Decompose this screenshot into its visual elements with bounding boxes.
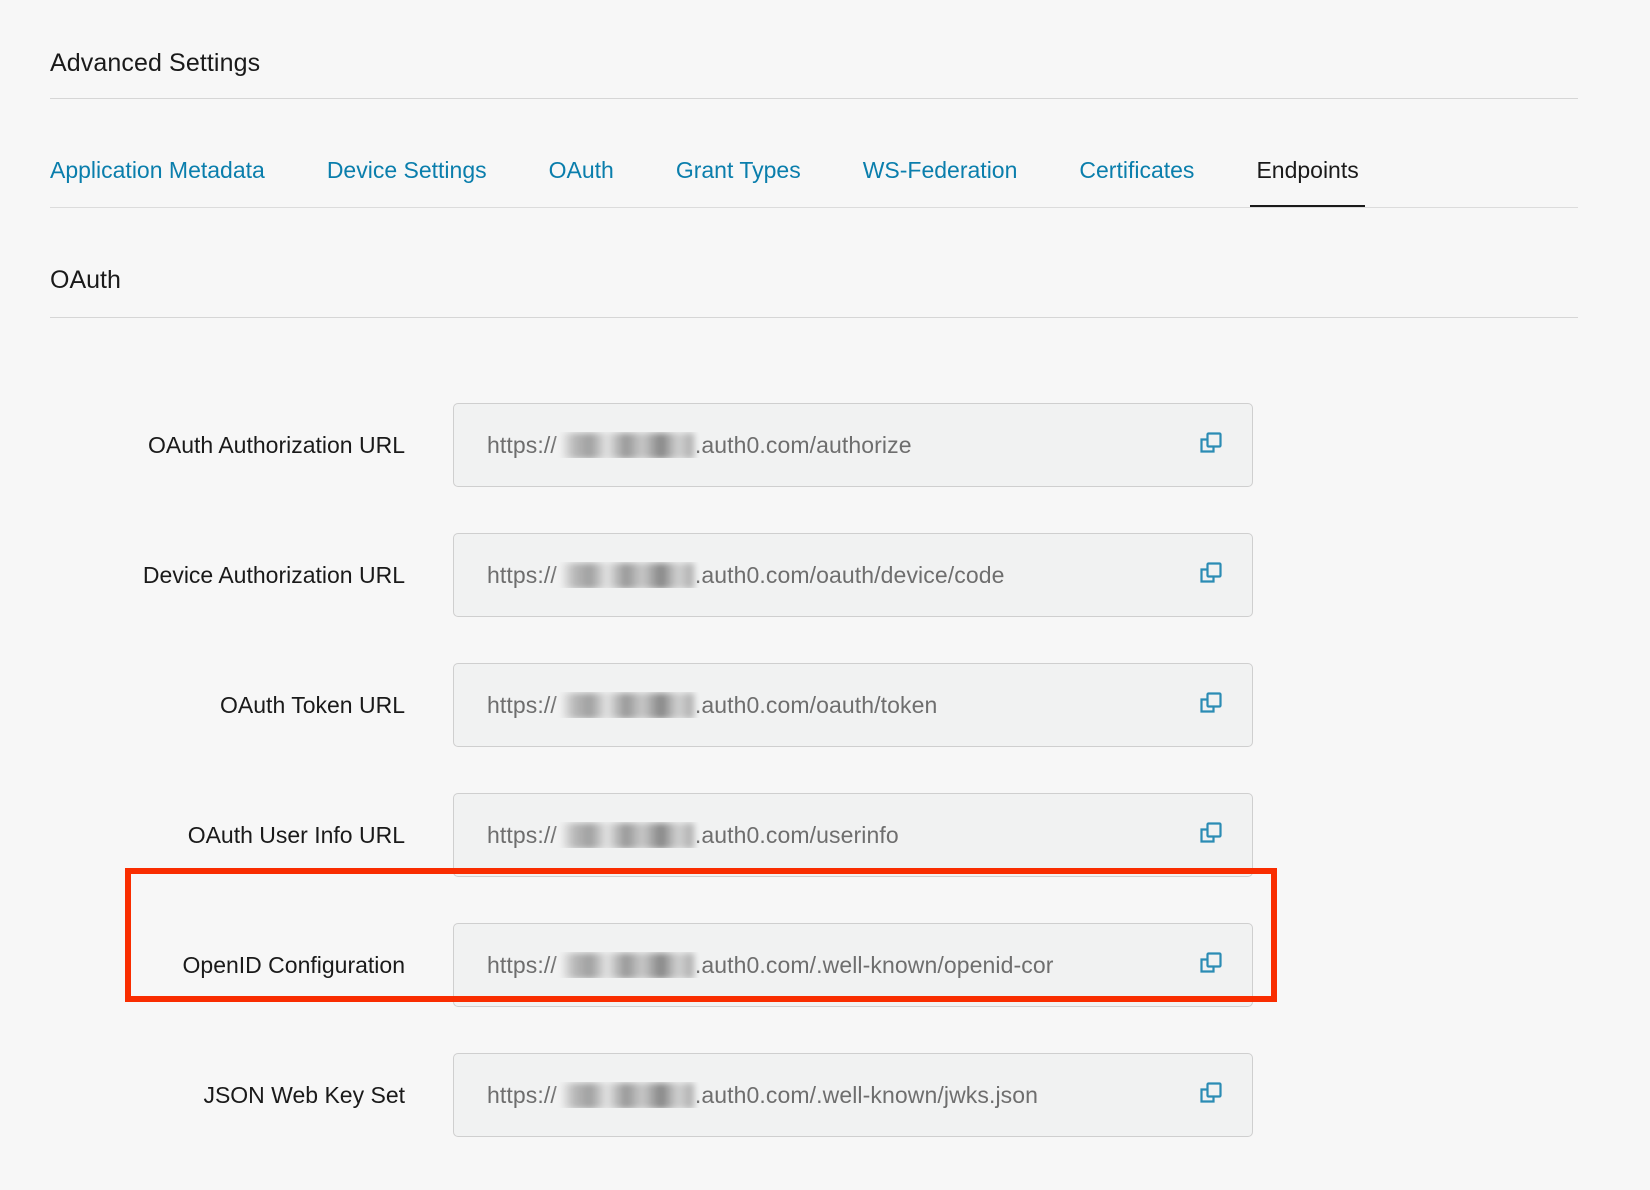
endpoint-label-oauth-token-url: OAuth Token URL — [220, 691, 405, 718]
endpoint-field-oauth-authorization-url[interactable]: https:// .auth0.com/authorize — [453, 403, 1253, 487]
url-suffix: .auth0.com/oauth/token — [694, 692, 938, 718]
endpoint-field-device-authorization-url[interactable]: https:// .auth0.com/oauth/device/code — [453, 533, 1253, 617]
tab-bar-divider — [50, 207, 1578, 208]
url-suffix: .auth0.com/oauth/device/code — [694, 562, 1005, 588]
endpoint-row-oauth-user-info-url: OAuth User Info URL https:// .auth0.com/us… — [0, 770, 1650, 900]
tab-certificates[interactable]: Certificates — [1079, 159, 1194, 208]
redacted-tenant-name — [557, 433, 694, 458]
copy-icon[interactable] — [1174, 793, 1252, 877]
endpoint-row-oauth-token-url: OAuth Token URL https:// .auth0.com/oauth/… — [0, 640, 1650, 770]
copy-icon[interactable] — [1174, 533, 1252, 617]
tab-endpoints[interactable]: Endpoints — [1250, 159, 1366, 208]
redacted-tenant-name — [557, 823, 694, 848]
endpoint-field-json-web-key-set[interactable]: https:// .auth0.com/.well-known/jwks.json — [453, 1053, 1253, 1137]
url-prefix: https:// — [487, 692, 557, 718]
url-suffix: .auth0.com/authorize — [694, 432, 912, 458]
endpoint-url-oauth-user-info-url[interactable]: https:// .auth0.com/userinfo — [454, 822, 1174, 848]
copy-icon[interactable] — [1174, 403, 1252, 487]
endpoint-field-openid-configuration[interactable]: https:// .auth0.com/.well-known/openid-co… — [453, 923, 1253, 1007]
endpoint-label-device-authorization-url: Device Authorization URL — [142, 561, 405, 588]
oauth-section-divider — [50, 317, 1578, 318]
tab-application-metadata[interactable]: Application Metadata — [50, 159, 265, 208]
url-prefix: https:// — [487, 562, 557, 588]
oauth-section-title: OAuth — [50, 266, 121, 294]
oauth-section-header: OAuth — [50, 266, 1578, 318]
url-suffix: .auth0.com/.well-known/jwks.json — [694, 1082, 1039, 1108]
advanced-settings-page: Advanced Settings Application Metadata De… — [0, 0, 1650, 1190]
endpoint-field-oauth-user-info-url[interactable]: https:// .auth0.com/userinfo — [453, 793, 1253, 877]
url-suffix: .auth0.com/userinfo — [694, 822, 899, 848]
page-title: Advanced Settings — [50, 49, 261, 77]
endpoint-url-openid-configuration[interactable]: https:// .auth0.com/.well-known/openid-co… — [454, 952, 1174, 978]
tab-device-settings[interactable]: Device Settings — [327, 159, 487, 208]
url-prefix: https:// — [487, 952, 557, 978]
settings-tab-bar: Application Metadata Device Settings OAuth… — [50, 130, 1578, 208]
tab-oauth[interactable]: OAuth — [549, 159, 614, 208]
endpoint-label-json-web-key-set: JSON Web Key Set — [203, 1081, 405, 1108]
url-suffix: .auth0.com/.well-known/openid-cor — [694, 952, 1054, 978]
endpoint-label-openid-configuration: OpenID Configuration — [182, 951, 405, 978]
redacted-tenant-name — [557, 693, 694, 718]
header-divider — [50, 98, 1578, 99]
endpoint-label-oauth-user-info-url: OAuth User Info URL — [187, 821, 405, 848]
redacted-tenant-name — [557, 953, 694, 978]
endpoint-url-json-web-key-set[interactable]: https:// .auth0.com/.well-known/jwks.json — [454, 1082, 1174, 1108]
url-prefix: https:// — [487, 822, 557, 848]
tab-grant-types[interactable]: Grant Types — [676, 159, 801, 208]
endpoint-url-oauth-authorization-url[interactable]: https:// .auth0.com/authorize — [454, 432, 1174, 458]
redacted-tenant-name — [557, 563, 694, 588]
redacted-tenant-name — [557, 1083, 694, 1108]
endpoint-label-oauth-authorization-url: OAuth Authorization URL — [148, 431, 405, 458]
tab-ws-federation[interactable]: WS-Federation — [863, 159, 1018, 208]
url-prefix: https:// — [487, 432, 557, 458]
page-header: Advanced Settings — [50, 48, 1602, 99]
endpoint-row-openid-configuration: OpenID Configuration https:// .auth0.com/.… — [0, 900, 1650, 1030]
endpoint-row-json-web-key-set: JSON Web Key Set https:// .auth0.com/.well… — [0, 1030, 1650, 1160]
copy-icon[interactable] — [1174, 663, 1252, 747]
endpoints-form: OAuth Authorization URL https:// .auth0.co… — [0, 380, 1650, 1160]
endpoint-row-oauth-authorization-url: OAuth Authorization URL https:// .auth0.co… — [0, 380, 1650, 510]
endpoint-field-oauth-token-url[interactable]: https:// .auth0.com/oauth/token — [453, 663, 1253, 747]
copy-icon[interactable] — [1174, 923, 1252, 1007]
url-prefix: https:// — [487, 1082, 557, 1108]
endpoint-row-device-authorization-url: Device Authorization URL https:// .auth0.c… — [0, 510, 1650, 640]
endpoint-url-oauth-token-url[interactable]: https:// .auth0.com/oauth/token — [454, 692, 1174, 718]
copy-icon[interactable] — [1174, 1053, 1252, 1137]
endpoint-url-device-authorization-url[interactable]: https:// .auth0.com/oauth/device/code — [454, 562, 1174, 588]
